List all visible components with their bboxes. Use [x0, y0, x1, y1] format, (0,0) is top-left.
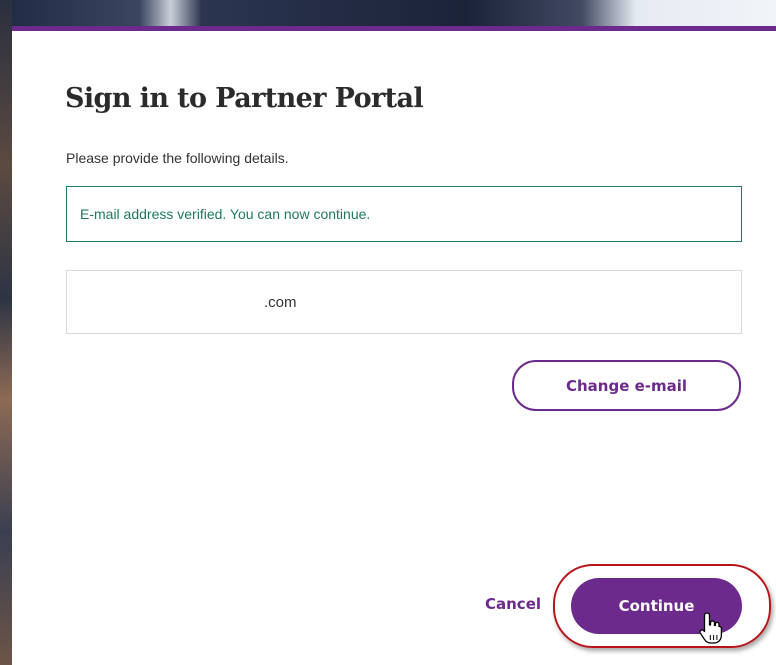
dialog-title: Sign in to Partner Portal	[65, 83, 424, 114]
cancel-button[interactable]: Cancel	[485, 595, 541, 613]
verification-notice: E-mail address verified. You can now con…	[66, 186, 742, 242]
change-email-button[interactable]: Change e-mail	[512, 360, 741, 411]
sign-in-dialog: Sign in to Partner Portal Please provide…	[12, 26, 776, 665]
continue-button[interactable]: Continue	[571, 578, 742, 634]
verification-notice-text: E-mail address verified. You can now con…	[80, 206, 371, 222]
background-photo-left	[0, 0, 12, 665]
email-field[interactable]	[66, 270, 742, 334]
dialog-subtitle: Please provide the following details.	[66, 150, 289, 166]
